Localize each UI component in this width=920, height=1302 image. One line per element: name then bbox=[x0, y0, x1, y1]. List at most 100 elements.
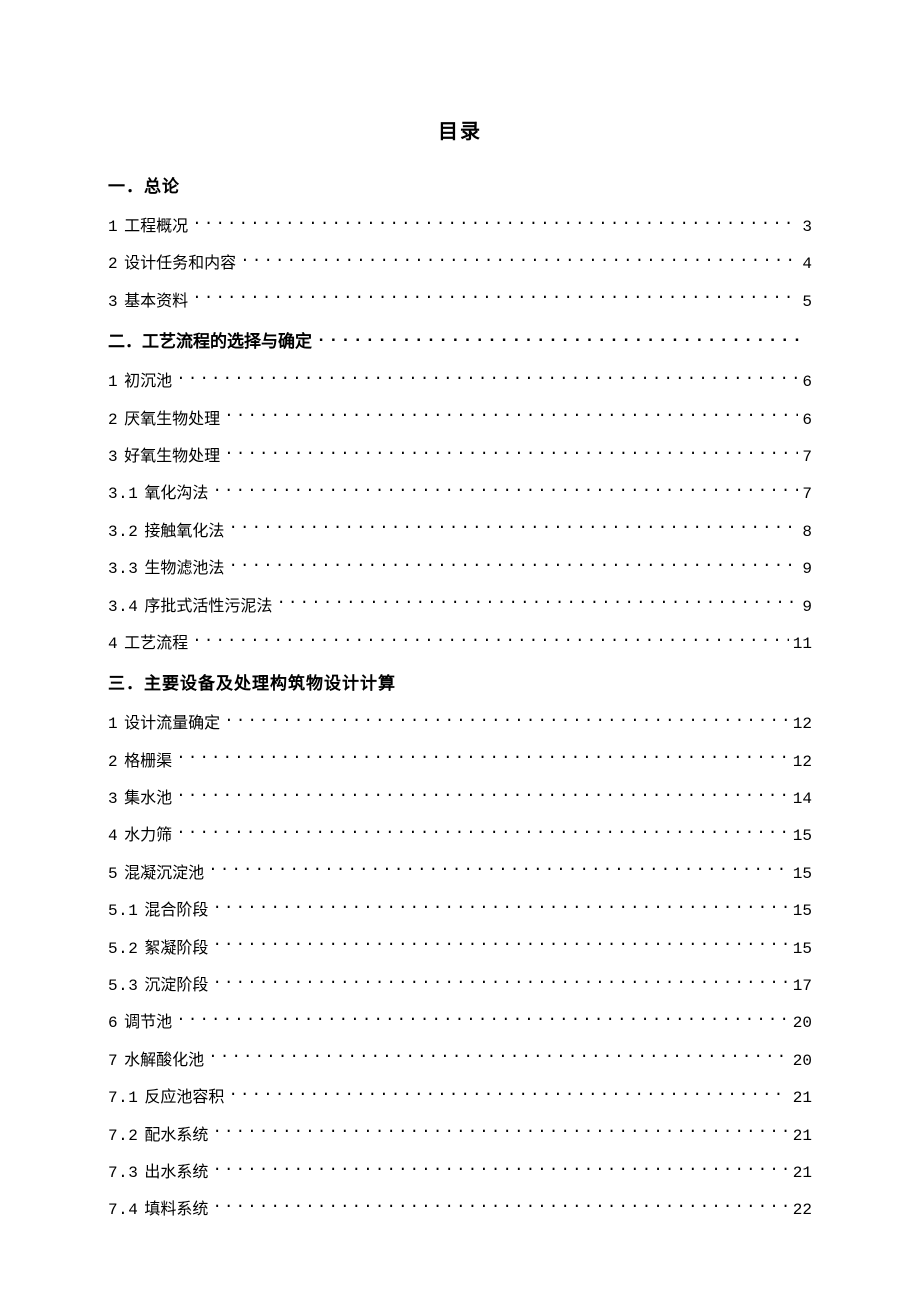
toc-entry-num: 7.2 bbox=[108, 1125, 138, 1147]
toc-leader bbox=[176, 787, 789, 803]
toc-entry-label: 混凝沉淀池 bbox=[124, 863, 204, 885]
toc-entry-num: 2 bbox=[108, 253, 118, 275]
toc-entry-label: 出水系统 bbox=[144, 1162, 208, 1184]
toc-entry-label: 絮凝阶段 bbox=[144, 938, 208, 960]
toc-entry: 7.2 配水系统 21 bbox=[108, 1124, 812, 1147]
toc-entry-label: 水解酸化池 bbox=[124, 1050, 204, 1072]
toc-entry-page: 6 bbox=[802, 371, 812, 393]
toc-entry-num: 7.1 bbox=[108, 1087, 138, 1109]
toc-entry-page: 17 bbox=[793, 975, 812, 997]
toc-leader bbox=[224, 445, 798, 461]
toc-entry-page: 7 bbox=[802, 483, 812, 505]
toc-leader bbox=[176, 1011, 789, 1027]
toc-entry: 3 集水池 14 bbox=[108, 787, 812, 810]
toc-title: 目录 bbox=[108, 115, 812, 144]
toc-entry: 4 工艺流程 11 bbox=[108, 632, 812, 655]
toc-entry: 1 初沉池 6 bbox=[108, 370, 812, 393]
toc-leader bbox=[192, 290, 798, 306]
toc-entry-page: 12 bbox=[793, 751, 812, 773]
section-heading-2: 二．工艺流程的选择与确定 bbox=[108, 327, 812, 352]
toc-entry: 4 水力筛 15 bbox=[108, 824, 812, 847]
toc-entry: 5.1 混合阶段 15 bbox=[108, 899, 812, 922]
toc-entry-label: 混合阶段 bbox=[144, 900, 208, 922]
toc-entry: 2 厌氧生物处理 6 bbox=[108, 408, 812, 431]
toc-entry: 7.4 填料系统 22 bbox=[108, 1198, 812, 1221]
toc-entry-label: 水力筛 bbox=[124, 825, 172, 847]
toc-entry: 2 设计任务和内容 4 bbox=[108, 252, 812, 275]
section-heading-label: 二．工艺流程的选择与确定 bbox=[108, 327, 312, 352]
toc-entry-page: 9 bbox=[802, 558, 812, 580]
toc-entry: 1 工程概况 3 bbox=[108, 215, 812, 238]
toc-entry-label: 氧化沟法 bbox=[144, 483, 208, 505]
toc-leader bbox=[224, 712, 789, 728]
toc-leader bbox=[176, 750, 789, 766]
toc-entry-page: 15 bbox=[793, 825, 812, 847]
toc-entry-label: 工艺流程 bbox=[124, 633, 188, 655]
toc-leader bbox=[228, 557, 798, 573]
toc-entry: 3.3 生物滤池法 9 bbox=[108, 557, 812, 580]
toc-entry-num: 3 bbox=[108, 291, 118, 313]
toc-entry-num: 7.4 bbox=[108, 1199, 138, 1221]
toc-entry-label: 初沉池 bbox=[124, 371, 172, 393]
toc-entry-page: 9 bbox=[802, 596, 812, 618]
toc-entry-num: 3 bbox=[108, 788, 118, 810]
toc-leader bbox=[176, 824, 789, 840]
toc-entry-num: 1 bbox=[108, 216, 118, 238]
toc-entry-page: 8 bbox=[802, 521, 812, 543]
toc-entry-num: 3.3 bbox=[108, 558, 138, 580]
toc-entry: 3.1 氧化沟法 7 bbox=[108, 482, 812, 505]
toc-leader bbox=[228, 1086, 788, 1102]
toc-leader bbox=[208, 862, 789, 878]
toc-entry-num: 1 bbox=[108, 713, 118, 735]
toc-entry-page: 6 bbox=[802, 409, 812, 431]
toc-entry: 2 格栅渠 12 bbox=[108, 750, 812, 773]
toc-entry-page: 22 bbox=[793, 1199, 812, 1221]
toc-entry-label: 好氧生物处理 bbox=[124, 446, 220, 468]
toc-entry-num: 1 bbox=[108, 371, 118, 393]
toc-leader bbox=[208, 1049, 789, 1065]
section-heading-1: 一．总论 bbox=[108, 172, 812, 197]
toc-entry-num: 5.2 bbox=[108, 938, 138, 960]
toc-leader bbox=[224, 408, 798, 424]
toc-entry-label: 设计流量确定 bbox=[124, 713, 220, 735]
toc-entry-page: 12 bbox=[793, 713, 812, 735]
toc-entry: 6 调节池 20 bbox=[108, 1011, 812, 1034]
toc-entry-label: 填料系统 bbox=[144, 1199, 208, 1221]
toc-entry: 3.4 序批式活性污泥法 9 bbox=[108, 595, 812, 618]
toc-entry-page: 21 bbox=[793, 1162, 812, 1184]
toc-entry-label: 接触氧化法 bbox=[144, 521, 224, 543]
toc-leader bbox=[240, 252, 798, 268]
toc-leader bbox=[212, 482, 798, 498]
toc-entry-num: 3.1 bbox=[108, 483, 138, 505]
toc-leader bbox=[212, 899, 788, 915]
toc-entry: 5 混凝沉淀池 15 bbox=[108, 862, 812, 885]
toc-leader bbox=[212, 1124, 788, 1140]
toc-entry-num: 2 bbox=[108, 751, 118, 773]
toc-entry-page: 15 bbox=[793, 900, 812, 922]
toc-leader bbox=[212, 937, 788, 953]
toc-leader bbox=[212, 974, 788, 990]
toc-leader bbox=[228, 520, 798, 536]
toc-entry-num: 2 bbox=[108, 409, 118, 431]
toc-entry-page: 4 bbox=[802, 253, 812, 275]
toc-leader bbox=[212, 1161, 788, 1177]
section-heading-3: 三．主要设备及处理构筑物设计计算 bbox=[108, 669, 812, 694]
toc-entry-label: 调节池 bbox=[124, 1012, 172, 1034]
toc-entry-num: 3 bbox=[108, 446, 118, 468]
toc-entry: 1 设计流量确定 12 bbox=[108, 712, 812, 735]
toc-entry-page: 15 bbox=[793, 863, 812, 885]
toc-entry-page: 21 bbox=[793, 1125, 812, 1147]
toc-entry-num: 7.3 bbox=[108, 1162, 138, 1184]
toc-entry-page: 3 bbox=[802, 216, 812, 238]
toc-entry-num: 7 bbox=[108, 1050, 118, 1072]
toc-entry-num: 5.3 bbox=[108, 975, 138, 997]
toc-entry: 5.2 絮凝阶段 15 bbox=[108, 937, 812, 960]
toc-entry-num: 3.4 bbox=[108, 596, 138, 618]
toc-entry-page: 20 bbox=[793, 1012, 812, 1034]
toc-entry: 5.3 沉淀阶段 17 bbox=[108, 974, 812, 997]
toc-entry: 7.1 反应池容积 21 bbox=[108, 1086, 812, 1109]
toc-entry-label: 反应池容积 bbox=[144, 1087, 224, 1109]
toc-leader bbox=[192, 215, 798, 231]
toc-entry: 3.2 接触氧化法 8 bbox=[108, 520, 812, 543]
toc-entry-page: 15 bbox=[793, 938, 812, 960]
